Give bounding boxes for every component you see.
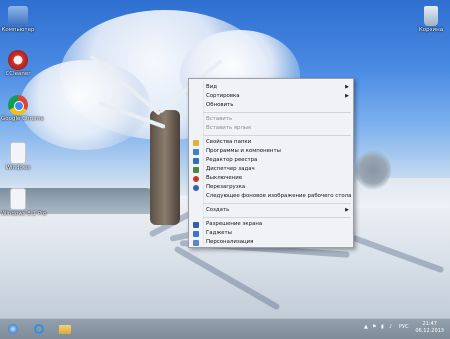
task-manager-icon <box>193 166 199 173</box>
file-icon <box>10 188 26 210</box>
start-button[interactable] <box>2 320 24 338</box>
recycle-bin-icon <box>424 6 438 26</box>
tray-language[interactable]: РУС <box>399 324 409 330</box>
folder-options-icon <box>193 139 199 146</box>
context-menu-item-label: Персонализация <box>206 239 254 245</box>
context-menu-item-label: Гаджеты <box>206 230 232 236</box>
programs-icon <box>193 148 199 155</box>
desktop-icon-label: Windows <box>5 165 31 171</box>
menu-separator <box>203 203 351 204</box>
context-menu-item[interactable]: Создать ▶ <box>189 206 353 215</box>
shutdown-icon <box>193 175 199 182</box>
computer-icon <box>8 6 28 26</box>
ccleaner-icon <box>8 50 28 70</box>
desktop-icon-windows-file[interactable]: Windows <box>1 142 35 171</box>
menu-separator <box>203 135 351 136</box>
registry-icon <box>193 157 199 164</box>
desktop-icon-ccleaner[interactable]: CCleaner <box>1 50 35 77</box>
restart-icon <box>193 184 199 191</box>
context-menu-item[interactable]: Выключение <box>189 174 353 183</box>
snow-hill <box>340 178 450 208</box>
screen-resolution-icon <box>193 221 199 228</box>
context-menu-item-label: Обновить <box>206 102 234 108</box>
desktop-icon-computer[interactable]: Компьютер <box>1 6 35 33</box>
taskbar-internet-explorer[interactable] <box>28 320 50 338</box>
tray-clock[interactable]: 21:47 06.12.2013 <box>415 321 444 335</box>
small-tree <box>355 150 391 190</box>
context-menu-item: Вставить <box>189 115 353 124</box>
gadgets-icon <box>193 230 199 237</box>
taskbar: ▲ ⚑ ▮ ♪ РУС 21:47 06.12.2013 <box>0 318 450 339</box>
tree-trunk <box>150 110 180 225</box>
context-menu-item[interactable]: Следующее фоновое изображение рабочего с… <box>189 192 353 201</box>
context-menu-item-label: Вид <box>206 84 217 90</box>
context-menu-item-label: Свойства папки <box>206 139 252 145</box>
desktop-context-menu: Вид ▶ Сортировка ▶ Обновить Вставить Вставить … <box>188 78 354 248</box>
internet-explorer-icon <box>34 324 44 334</box>
context-menu-item[interactable]: Вид ▶ <box>189 83 353 92</box>
context-menu-item-label: Следующее фоновое изображение рабочего с… <box>206 193 352 199</box>
context-menu-item[interactable]: Программы и компоненты <box>189 147 353 156</box>
chrome-icon <box>8 95 28 115</box>
personalization-icon <box>193 239 199 246</box>
context-menu-item-label: Сортировка <box>206 93 240 99</box>
context-menu-item-label: Разрешение экрана <box>206 221 263 227</box>
context-menu-item[interactable]: Гаджеты <box>189 229 353 238</box>
context-menu-item[interactable]: Персонализация <box>189 238 353 247</box>
context-menu-item-label: Перезагрузка <box>206 184 246 190</box>
tray-network-icon[interactable]: ▮ <box>381 324 384 330</box>
clock-date: 06.12.2013 <box>415 328 444 334</box>
context-menu-item-label: Выключение <box>206 175 243 181</box>
start-button-icon <box>8 324 18 334</box>
desktop-icon-label: Windows 8.1 Pro <box>1 211 47 217</box>
desktop-icon-label: CCleaner <box>5 71 31 77</box>
context-menu-item-label: Вставить ярлык <box>206 125 252 131</box>
taskbar-file-explorer[interactable] <box>54 320 76 338</box>
context-menu-item[interactable]: Свойства папки <box>189 138 353 147</box>
file-icon <box>10 142 26 164</box>
tray-arrow-icon[interactable]: ▲ <box>364 324 368 330</box>
context-menu-item-label: Диспетчер задач <box>206 166 255 172</box>
menu-separator <box>203 217 351 218</box>
desktop-icon-windows81-file[interactable]: Windows 8.1 Pro <box>1 188 47 217</box>
context-menu-item[interactable]: Обновить <box>189 101 353 110</box>
submenu-arrow-icon: ▶ <box>345 93 349 99</box>
desktop-icon-recycle-bin[interactable]: Корзина <box>414 6 448 33</box>
menu-separator <box>203 112 351 113</box>
context-menu-item[interactable]: Сортировка ▶ <box>189 92 353 101</box>
desktop-icon-chrome[interactable]: Google Chrome <box>1 95 44 122</box>
context-menu-item-label: Редактор реестра <box>206 157 258 163</box>
context-menu-item[interactable]: Редактор реестра <box>189 156 353 165</box>
context-menu-item-label: Программы и компоненты <box>206 148 281 154</box>
tree-canopy <box>20 60 150 150</box>
context-menu-item-label: Создать <box>206 207 230 213</box>
context-menu-item[interactable]: Перезагрузка <box>189 183 353 192</box>
file-explorer-icon <box>59 325 71 334</box>
submenu-arrow-icon: ▶ <box>345 207 349 213</box>
submenu-arrow-icon: ▶ <box>345 84 349 90</box>
tray-volume-icon[interactable]: ♪ <box>389 324 392 330</box>
desktop-icon-label: Корзина <box>418 27 444 33</box>
desktop-icon-label: Google Chrome <box>1 116 44 122</box>
context-menu-item-label: Вставить <box>206 116 233 122</box>
tray-flag-icon[interactable]: ⚑ <box>372 324 376 330</box>
context-menu-item[interactable]: Диспетчер задач <box>189 165 353 174</box>
context-menu-item: Вставить ярлык <box>189 124 353 133</box>
clock-time: 21:47 <box>422 321 437 327</box>
context-menu-item[interactable]: Разрешение экрана <box>189 220 353 229</box>
desktop-icon-label: Компьютер <box>1 27 35 33</box>
